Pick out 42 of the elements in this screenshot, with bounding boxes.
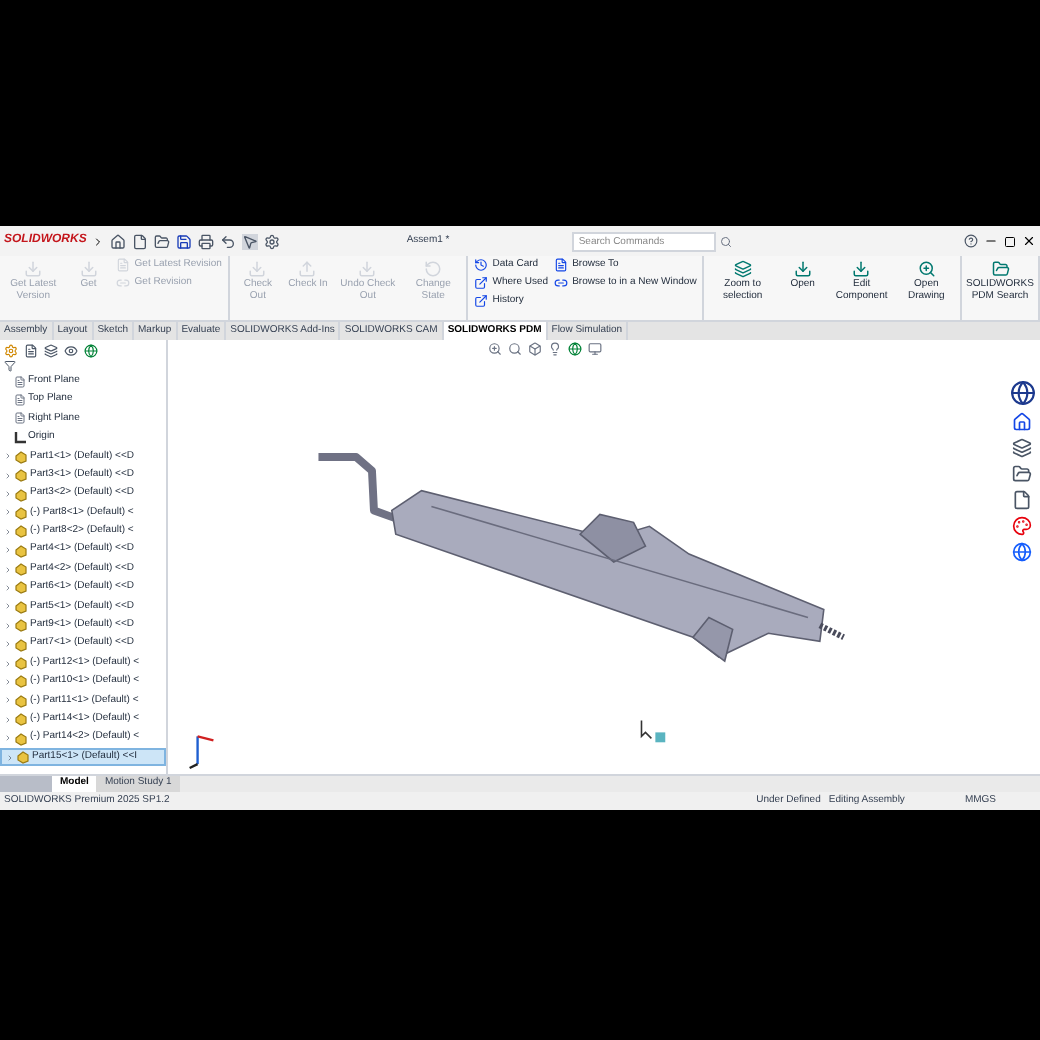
ribbon-icon bbox=[917, 260, 936, 278]
settings-icon[interactable] bbox=[264, 233, 281, 249]
ribbon-icon bbox=[733, 260, 752, 278]
file-icon[interactable] bbox=[1012, 490, 1032, 510]
globe-icon[interactable] bbox=[1012, 542, 1032, 562]
origin-icon bbox=[14, 431, 26, 444]
plane-icon bbox=[14, 412, 26, 425]
ribbon-icon bbox=[554, 276, 569, 290]
ribbon-icon bbox=[793, 260, 812, 278]
select-icon[interactable] bbox=[242, 233, 259, 249]
appearance-icon[interactable] bbox=[1012, 516, 1032, 536]
filter-icon[interactable] bbox=[4, 360, 16, 372]
home-icon[interactable] bbox=[110, 233, 127, 249]
minimize-icon[interactable] bbox=[984, 234, 998, 248]
plane-icon bbox=[14, 394, 26, 407]
ribbon-icon bbox=[554, 258, 569, 272]
ribbon-icon bbox=[116, 276, 131, 290]
folder-icon[interactable] bbox=[1012, 464, 1032, 484]
close-icon[interactable] bbox=[1022, 234, 1036, 248]
ribbon-icon bbox=[474, 258, 489, 272]
search-icon bbox=[720, 235, 733, 247]
home-icon[interactable] bbox=[1012, 412, 1032, 432]
ribbon-icon bbox=[852, 260, 871, 278]
open-icon[interactable] bbox=[154, 233, 171, 249]
ribbon-icon bbox=[474, 294, 489, 308]
lighting-icon[interactable] bbox=[548, 342, 562, 356]
globe-icon[interactable] bbox=[84, 343, 98, 357]
view-globe-icon[interactable] bbox=[1009, 380, 1035, 406]
undo-icon[interactable] bbox=[220, 233, 237, 249]
zoom-icon[interactable] bbox=[488, 342, 502, 356]
ribbon-icon bbox=[474, 276, 489, 290]
maximize-icon[interactable] bbox=[1004, 235, 1016, 247]
zoom-area-icon[interactable] bbox=[508, 342, 522, 356]
display-icon[interactable] bbox=[588, 342, 602, 356]
mouse-cursor-icon bbox=[640, 719, 653, 740]
plane-icon bbox=[14, 375, 26, 388]
print-icon[interactable] bbox=[198, 233, 215, 249]
save-icon[interactable] bbox=[176, 233, 193, 249]
ribbon-icon bbox=[991, 260, 1009, 278]
axis-triad-drawing bbox=[189, 735, 214, 770]
help-icon[interactable] bbox=[964, 234, 978, 248]
new-document-icon[interactable] bbox=[132, 233, 149, 249]
